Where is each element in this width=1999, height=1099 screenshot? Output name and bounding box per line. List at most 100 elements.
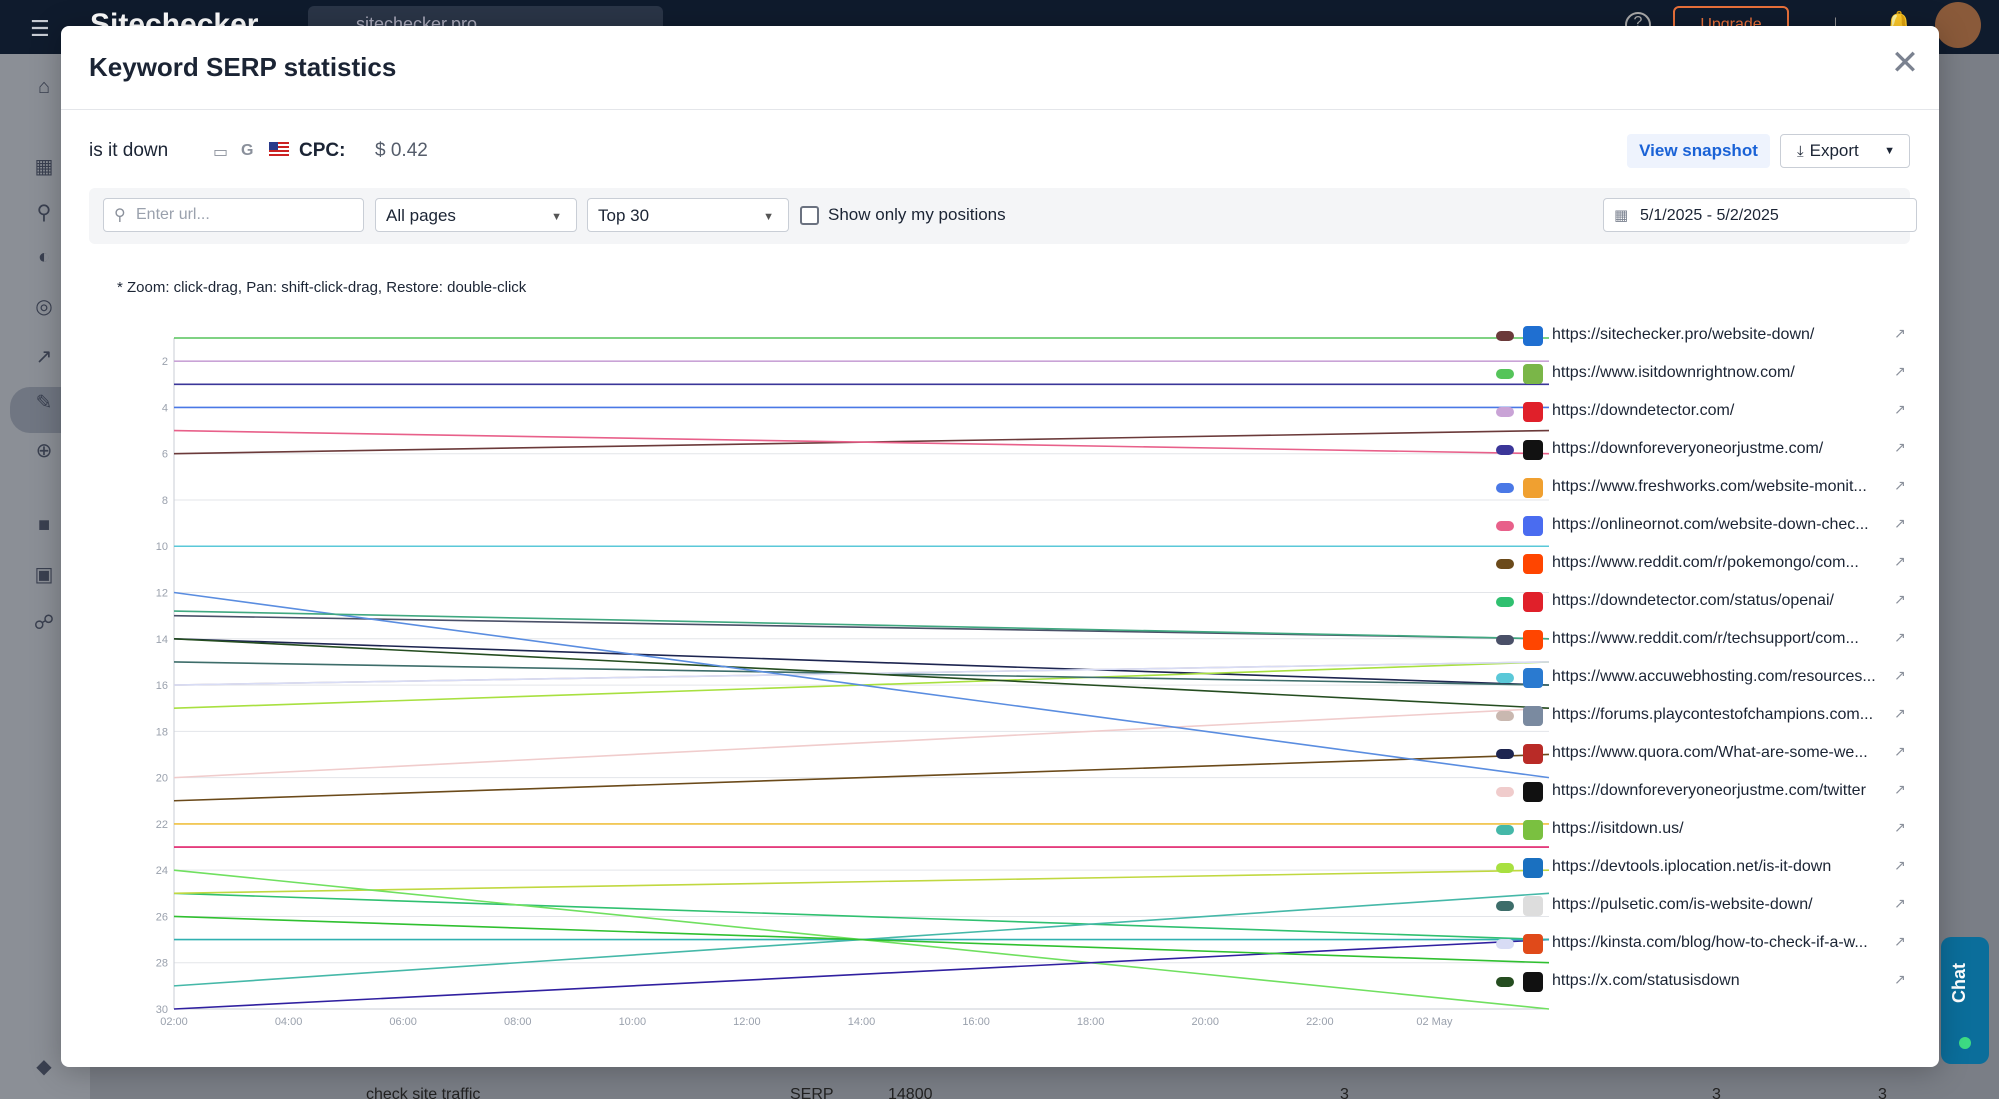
legend-url[interactable]: https://www.freshworks.com/website-monit… xyxy=(1552,478,1879,496)
external-link-icon[interactable]: ↗ xyxy=(1894,895,1912,913)
legend-item[interactable]: https://www.reddit.com/r/pokemongo/com..… xyxy=(1496,550,1916,580)
legend-item[interactable]: https://x.com/statusisdown ↗ xyxy=(1496,968,1916,998)
export-label: Export xyxy=(1809,141,1859,160)
legend-item[interactable]: https://downforeveryoneorjustme.com/twit… xyxy=(1496,778,1916,808)
external-link-icon[interactable]: ↗ xyxy=(1894,743,1912,761)
filter-bar: ⚲ All pages ▼ Top 30 ▼ Show only my posi… xyxy=(89,188,1917,244)
external-link-icon[interactable]: ↗ xyxy=(1894,819,1912,837)
y-tick-label: 12 xyxy=(156,588,168,600)
y-tick-label: 16 xyxy=(156,680,168,692)
legend-item[interactable]: https://onlineornot.com/website-down-che… xyxy=(1496,512,1916,542)
legend-url[interactable]: https://kinsta.com/blog/how-to-check-if-… xyxy=(1552,934,1879,952)
export-button[interactable]: ⤓ Export ▼ xyxy=(1780,134,1910,168)
cpc-value: $ 0.42 xyxy=(375,140,428,161)
legend-url[interactable]: https://www.isitdownrightnow.com/ xyxy=(1552,364,1879,382)
avatar[interactable] xyxy=(1935,2,1981,48)
my-positions-checkbox[interactable] xyxy=(800,206,819,225)
external-link-icon[interactable]: ↗ xyxy=(1894,553,1912,571)
chat-widget[interactable]: Chat xyxy=(1941,937,1989,1064)
target-icon[interactable]: ◎ xyxy=(32,294,56,318)
external-link-icon[interactable]: ↗ xyxy=(1894,401,1912,419)
legend-url[interactable]: https://www.quora.com/What-are-some-we..… xyxy=(1552,744,1879,762)
row-volume: 14800 xyxy=(888,1086,933,1099)
legend-url[interactable]: https://pulsetic.com/is-website-down/ xyxy=(1552,896,1879,914)
view-snapshot-button[interactable]: View snapshot xyxy=(1627,134,1770,168)
search-keyword-icon[interactable]: ⚲ xyxy=(32,200,56,224)
legend-item[interactable]: https://forums.playcontestofchampions.co… xyxy=(1496,702,1916,732)
keyword-text: is it down xyxy=(89,140,169,161)
settings-icon[interactable]: ◆ xyxy=(32,1054,56,1078)
favicon-icon xyxy=(1523,972,1543,992)
legend-url[interactable]: https://www.reddit.com/r/pokemongo/com..… xyxy=(1552,554,1879,572)
legend-url[interactable]: https://downforeveryoneorjustme.com/twit… xyxy=(1552,782,1879,800)
series-line xyxy=(173,637,1550,710)
home-icon[interactable]: ⌂ xyxy=(32,76,56,100)
external-link-icon[interactable]: ↗ xyxy=(1894,857,1912,875)
close-icon[interactable]: ✕ xyxy=(1887,46,1923,82)
x-tick-label: 04:00 xyxy=(275,1016,303,1028)
legend-url[interactable]: https://downdetector.com/status/openai/ xyxy=(1552,592,1879,610)
legend-item[interactable]: https://isitdown.us/ ↗ xyxy=(1496,816,1916,846)
legend-url[interactable]: https://www.accuwebhosting.com/resources… xyxy=(1552,668,1879,686)
favicon-icon xyxy=(1523,326,1543,346)
external-link-icon[interactable]: ↗ xyxy=(1894,439,1912,457)
table-icon[interactable]: ▦ xyxy=(32,154,56,178)
legend-item[interactable]: https://www.freshworks.com/website-monit… xyxy=(1496,474,1916,504)
external-link-icon[interactable]: ↗ xyxy=(1894,363,1912,381)
legend-url[interactable]: https://isitdown.us/ xyxy=(1552,820,1879,838)
menu-icon[interactable]: ☰ xyxy=(30,16,50,42)
cpc-label: CPC: xyxy=(299,140,346,161)
legend-url[interactable]: https://sitechecker.pro/website-down/ xyxy=(1552,326,1879,344)
calendar-icon: ▦ xyxy=(1614,207,1629,224)
legend-url[interactable]: https://downforeveryoneorjustme.com/ xyxy=(1552,440,1879,458)
y-tick-label: 20 xyxy=(156,773,168,785)
url-search-input[interactable] xyxy=(136,203,356,227)
tools-icon[interactable]: ✎ xyxy=(32,390,56,414)
external-link-icon[interactable]: ↗ xyxy=(1894,629,1912,647)
external-link-icon[interactable]: ↗ xyxy=(1894,477,1912,495)
serp-position-chart[interactable]: 2468101214161820222426283002:00 04:00 06:0… xyxy=(121,316,1561,1036)
url-search-field[interactable]: ⚲ xyxy=(103,198,364,232)
y-tick-label: 28 xyxy=(156,958,168,970)
integrations-icon[interactable]: ☍ xyxy=(32,610,56,634)
legend-item[interactable]: https://www.quora.com/What-are-some-we..… xyxy=(1496,740,1916,770)
date-range-picker[interactable]: ▦ 5/1/2025 - 5/2/2025 xyxy=(1603,198,1917,232)
legend-swatch xyxy=(1496,863,1514,873)
external-link-icon[interactable]: ↗ xyxy=(1894,325,1912,343)
legend-url[interactable]: https://downdetector.com/ xyxy=(1552,402,1879,420)
legend-url[interactable]: https://devtools.iplocation.net/is-it-do… xyxy=(1552,858,1879,876)
top-select[interactable]: Top 30 ▼ xyxy=(587,198,789,232)
external-link-icon[interactable]: ↗ xyxy=(1894,667,1912,685)
legend-item[interactable]: https://www.accuwebhosting.com/resources… xyxy=(1496,664,1916,694)
external-link-icon[interactable]: ↗ xyxy=(1894,591,1912,609)
legend-item[interactable]: https://sitechecker.pro/website-down/ ↗ xyxy=(1496,322,1916,352)
legend-item[interactable]: https://devtools.iplocation.net/is-it-do… xyxy=(1496,854,1916,884)
external-link-icon[interactable]: ↗ xyxy=(1894,515,1912,533)
legend-url[interactable]: https://x.com/statusisdown xyxy=(1552,972,1879,990)
legend-item[interactable]: https://downdetector.com/ ↗ xyxy=(1496,398,1916,428)
pages-select[interactable]: All pages ▼ xyxy=(375,198,577,232)
row-serp-label[interactable]: SERP xyxy=(790,1086,834,1099)
briefcase-icon[interactable]: ■ xyxy=(32,514,56,538)
x-tick-label: 10:00 xyxy=(619,1016,647,1028)
legend-item[interactable]: https://kinsta.com/blog/how-to-check-if-… xyxy=(1496,930,1916,960)
crosshair-icon[interactable]: ⊕ xyxy=(32,438,56,462)
apps-icon[interactable]: ▣ xyxy=(32,562,56,586)
legend-swatch xyxy=(1496,407,1514,417)
external-link-icon[interactable]: ↗ xyxy=(1894,705,1912,723)
legend-item[interactable]: https://www.reddit.com/r/techsupport/com… xyxy=(1496,626,1916,656)
external-link-icon[interactable]: ↗ xyxy=(1894,781,1912,799)
legend-item[interactable]: https://downforeveryoneorjustme.com/ ↗ xyxy=(1496,436,1916,466)
legend-url[interactable]: https://onlineornot.com/website-down-che… xyxy=(1552,516,1879,534)
legend-item[interactable]: https://pulsetic.com/is-website-down/ ↗ xyxy=(1496,892,1916,922)
y-tick-label: 4 xyxy=(162,402,168,414)
speed-icon[interactable]: ◐ xyxy=(32,246,56,270)
external-link-icon[interactable]: ↗ xyxy=(1894,933,1912,951)
external-link-icon[interactable]: ↗ xyxy=(1894,971,1912,989)
legend-url[interactable]: https://www.reddit.com/r/techsupport/com… xyxy=(1552,630,1879,648)
rank-tracker-icon[interactable]: ↗ xyxy=(32,344,56,368)
legend-url[interactable]: https://forums.playcontestofchampions.co… xyxy=(1552,706,1879,724)
y-tick-label: 22 xyxy=(156,819,168,831)
legend-item[interactable]: https://downdetector.com/status/openai/ ↗ xyxy=(1496,588,1916,618)
legend-item[interactable]: https://www.isitdownrightnow.com/ ↗ xyxy=(1496,360,1916,390)
